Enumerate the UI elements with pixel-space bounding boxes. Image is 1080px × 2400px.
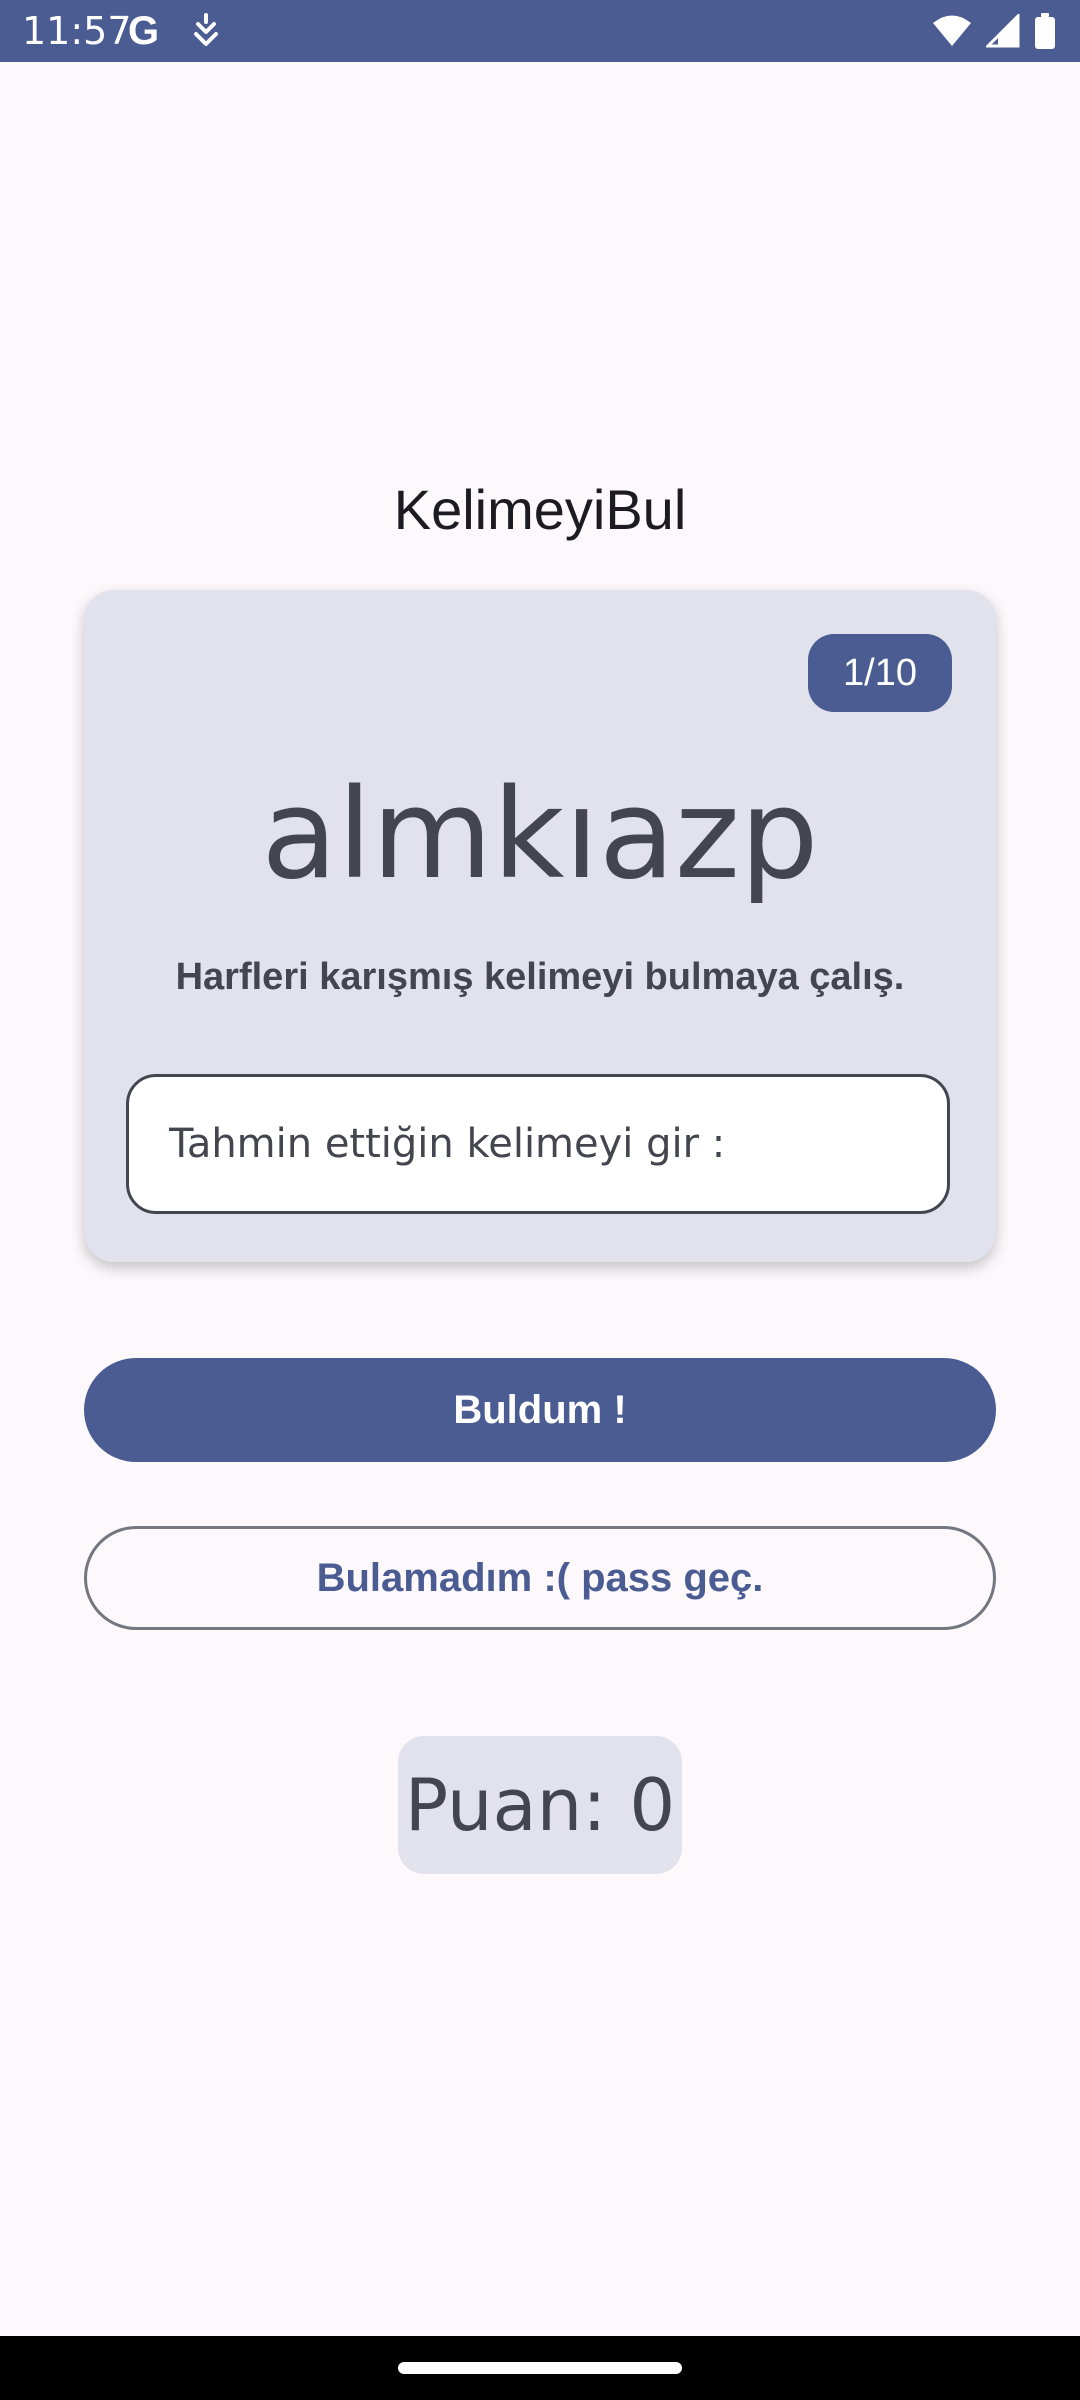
scrambled-word: almkıazp [261, 763, 819, 907]
skip-word-button[interactable]: Bulamadım :( pass geç. [84, 1526, 996, 1630]
notification-icon [194, 13, 218, 46]
status-time: 11:57 [22, 9, 132, 53]
signal-icon [986, 14, 1020, 48]
score-box: Puan: 0 [398, 1736, 682, 1874]
score-text: Puan: 0 [404, 1763, 676, 1847]
word-counter-badge: 1/10 [808, 634, 952, 712]
home-gesture-handle[interactable] [398, 2362, 682, 2374]
wifi-icon [933, 15, 971, 46]
battery-icon [1035, 13, 1055, 49]
instructions-text: Harfleri karışmış kelimeyi bulmaya çalış… [175, 956, 905, 998]
game-card: 1/10 almkıazp Harfleri karışmış kelimeyi… [84, 590, 996, 1262]
status-icons [932, 12, 1056, 50]
submit-guess-button[interactable]: Buldum ! [84, 1358, 996, 1462]
navigation-bar [0, 2336, 1080, 2400]
app-title: KelimeyiBul [393, 478, 687, 541]
screen: 11:57 G KelimeyiBul 1/10 almkıazp Harfle… [0, 0, 1080, 2400]
google-icon: G [128, 9, 160, 53]
guess-field[interactable] [126, 1074, 950, 1214]
status-bar: 11:57 G [0, 0, 1080, 62]
guess-input[interactable] [129, 1077, 947, 1211]
